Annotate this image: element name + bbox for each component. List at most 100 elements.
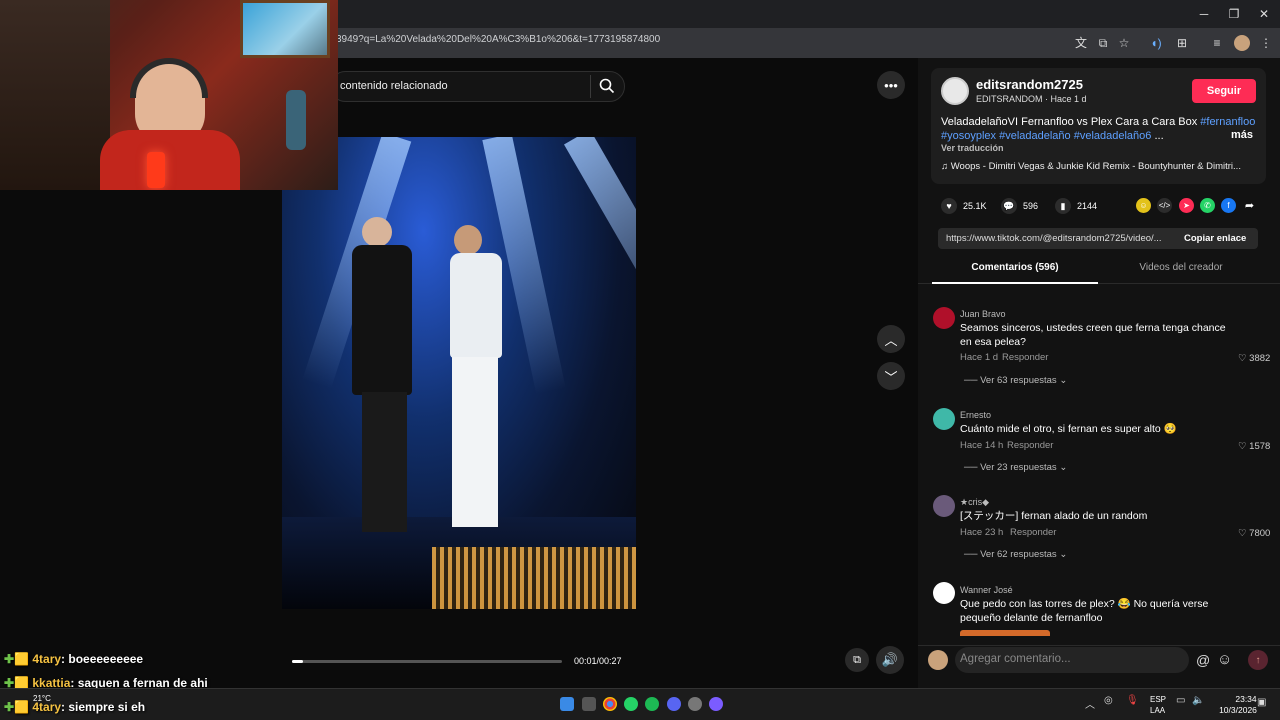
send-arrow-icon[interactable]: ↑	[1248, 650, 1268, 670]
comment-like[interactable]: ♡ 1578	[1238, 441, 1270, 452]
bookmark-star-icon[interactable]: ☆	[1114, 33, 1134, 53]
view-replies[interactable]: ── Ver 63 respuestas ⌄	[964, 375, 1067, 386]
chat-badge-icon: ✚🟨	[4, 652, 33, 666]
reply-button[interactable]: Responder	[1002, 352, 1048, 363]
comment-avatar[interactable]	[933, 307, 955, 329]
friends-share-icon[interactable]: ☺	[1136, 198, 1151, 213]
creator-avatar[interactable]	[941, 77, 969, 105]
tray-app-icon[interactable]: ◎	[1104, 695, 1113, 706]
forward-share-icon[interactable]: ➦	[1242, 198, 1257, 213]
profile-avatar[interactable]	[1234, 35, 1250, 51]
comment-author[interactable]: Wanner José	[960, 585, 1013, 595]
comment-time: Hace 1 d	[960, 352, 999, 363]
pip-icon[interactable]: ⧉	[845, 648, 869, 672]
minimize-icon[interactable]: ─	[1194, 6, 1214, 22]
comment-like-count: 3882	[1249, 353, 1271, 364]
speaker-icon[interactable]: 🔈	[1192, 695, 1204, 706]
taskview-icon[interactable]	[582, 697, 596, 711]
hashtag-links[interactable]: #yosoyplex #veladadelaño #veladadelaño6	[941, 130, 1151, 142]
view-replies-label: Ver 63 respuestas	[980, 375, 1057, 386]
chevron-down-icon[interactable]: ﹀	[877, 362, 905, 390]
comment-like-count: 7800	[1249, 528, 1271, 539]
facebook-icon[interactable]: f	[1221, 198, 1236, 213]
emoji-icon[interactable]: ☺	[1217, 651, 1232, 668]
music-track[interactable]: ♫ Woops - Dimitri Vegas & Junkie Kid Rem…	[941, 161, 1256, 172]
more-link[interactable]: más	[1231, 129, 1253, 141]
whatsapp-icon[interactable]: ✆	[1200, 198, 1215, 213]
comment-avatar[interactable]	[933, 582, 955, 604]
tab-comments[interactable]: Comentarios (596)	[932, 262, 1098, 273]
comment-text: Que pedo con las torres de plex? 😂 No qu…	[960, 598, 1209, 624]
obs-icon[interactable]	[688, 697, 702, 711]
like-stat[interactable]: ♥ 25.1K	[941, 198, 987, 214]
notification-icon[interactable]: ▣	[1257, 697, 1266, 708]
close-icon[interactable]: ✕	[1254, 6, 1274, 22]
comment-avatar[interactable]	[933, 495, 955, 517]
view-replies[interactable]: ── Ver 23 respuestas ⌄	[964, 462, 1067, 473]
search-divider	[590, 75, 591, 98]
translate-icon[interactable]: 文	[1071, 33, 1091, 53]
weather-temp[interactable]: 21°C	[33, 694, 51, 703]
extensions-puzzle-icon[interactable]: ⊞	[1172, 33, 1192, 53]
comment-text: Seamos sinceros, ustedes creen que ferna…	[960, 322, 1226, 348]
comment-like[interactable]: ♡ 3882	[1238, 353, 1270, 364]
address-bar[interactable]: 3949?q=La%20Velada%20Del%20A%C3%B1o%206&…	[336, 34, 660, 45]
chat-badge-icon: ✚🟨	[4, 700, 33, 714]
reply-button[interactable]: Responder	[1010, 527, 1056, 538]
user-avatar	[928, 650, 948, 670]
mention-icon[interactable]: @	[1196, 652, 1210, 668]
search-input[interactable]: contenido relacionado	[340, 80, 448, 92]
search-icon[interactable]	[598, 77, 616, 95]
reply-button[interactable]: Responder	[1007, 440, 1053, 451]
comment-text: [ステッカー] fernan alado de un random	[960, 510, 1148, 522]
comment-author[interactable]: ★cris◆	[960, 497, 989, 508]
network-icon[interactable]: ▭	[1176, 695, 1185, 706]
chevron-up-icon[interactable]: ︿	[877, 325, 905, 353]
comment-sticker-image	[960, 630, 1050, 636]
copy-link-button[interactable]: Copiar enlace	[1184, 233, 1246, 244]
creator-username[interactable]: editsrandom2725	[976, 77, 1083, 92]
comment-author[interactable]: Juan Bravo	[960, 309, 1006, 319]
language-indicator[interactable]: ESP	[1150, 695, 1166, 704]
video-frame[interactable]	[282, 137, 636, 609]
volume-icon[interactable]: 🔊	[876, 646, 904, 674]
more-options-icon[interactable]: •••	[877, 71, 905, 99]
chrome-icon[interactable]	[603, 697, 617, 711]
comment-avatar[interactable]	[933, 408, 955, 430]
menu-kebab-icon[interactable]: ⋮	[1256, 33, 1276, 53]
comment-author[interactable]: Ernesto	[960, 410, 991, 420]
translate-link[interactable]: Ver traducción	[941, 143, 1004, 153]
comment-input[interactable]: Agregar comentario...	[960, 653, 1071, 665]
view-replies[interactable]: ── Ver 62 respuestas ⌄	[964, 549, 1067, 560]
tray-chevron-icon[interactable]: ︿	[1085, 696, 1095, 711]
restore-icon[interactable]: ❐	[1224, 6, 1244, 22]
save-stat[interactable]: ▮ 2144	[1055, 198, 1097, 214]
chat-message: ✚🟨 4tary: siempre si eh	[4, 700, 145, 714]
media-control-icon[interactable]: ≡	[1207, 33, 1227, 53]
hashtag-link[interactable]: #fernanfloo	[1200, 116, 1255, 128]
keyboard-layout[interactable]: LAA	[1150, 706, 1165, 715]
microphone-icon[interactable]: 🎙	[1126, 695, 1139, 706]
app-icon[interactable]	[709, 697, 723, 711]
embed-icon[interactable]: </>	[1157, 198, 1172, 213]
comment-time: Hace 23 h	[960, 527, 1004, 538]
send-share-icon[interactable]: ➤	[1179, 198, 1194, 213]
progress-bar[interactable]	[292, 660, 562, 663]
cast-icon[interactable]: ⧉	[1093, 33, 1113, 53]
chat-text: : siempre si eh	[61, 700, 146, 714]
start-icon[interactable]	[560, 697, 574, 711]
video-link[interactable]: https://www.tiktok.com/@editsrandom2725/…	[946, 233, 1176, 244]
extension-audio-icon[interactable]: ◖)	[1146, 33, 1166, 53]
follow-button[interactable]: Seguir	[1192, 79, 1256, 103]
spotify-icon[interactable]	[645, 697, 659, 711]
tab-creator-videos[interactable]: Videos del creador	[1100, 262, 1262, 273]
discord-icon[interactable]	[667, 697, 681, 711]
heart-outline-icon: ♡	[1238, 353, 1250, 364]
music-note-icon: ♫	[941, 161, 951, 172]
comment-stat[interactable]: 💬 596	[1001, 198, 1038, 214]
whatsapp-taskbar-icon[interactable]	[624, 697, 638, 711]
comment-bubble-icon: 💬	[1001, 198, 1017, 214]
comment-like[interactable]: ♡ 7800	[1238, 528, 1270, 539]
description-ellipsis: ...	[1151, 130, 1164, 142]
post-description: VeladadelañoVI Fernanfloo vs Plex Cara a…	[941, 115, 1256, 143]
